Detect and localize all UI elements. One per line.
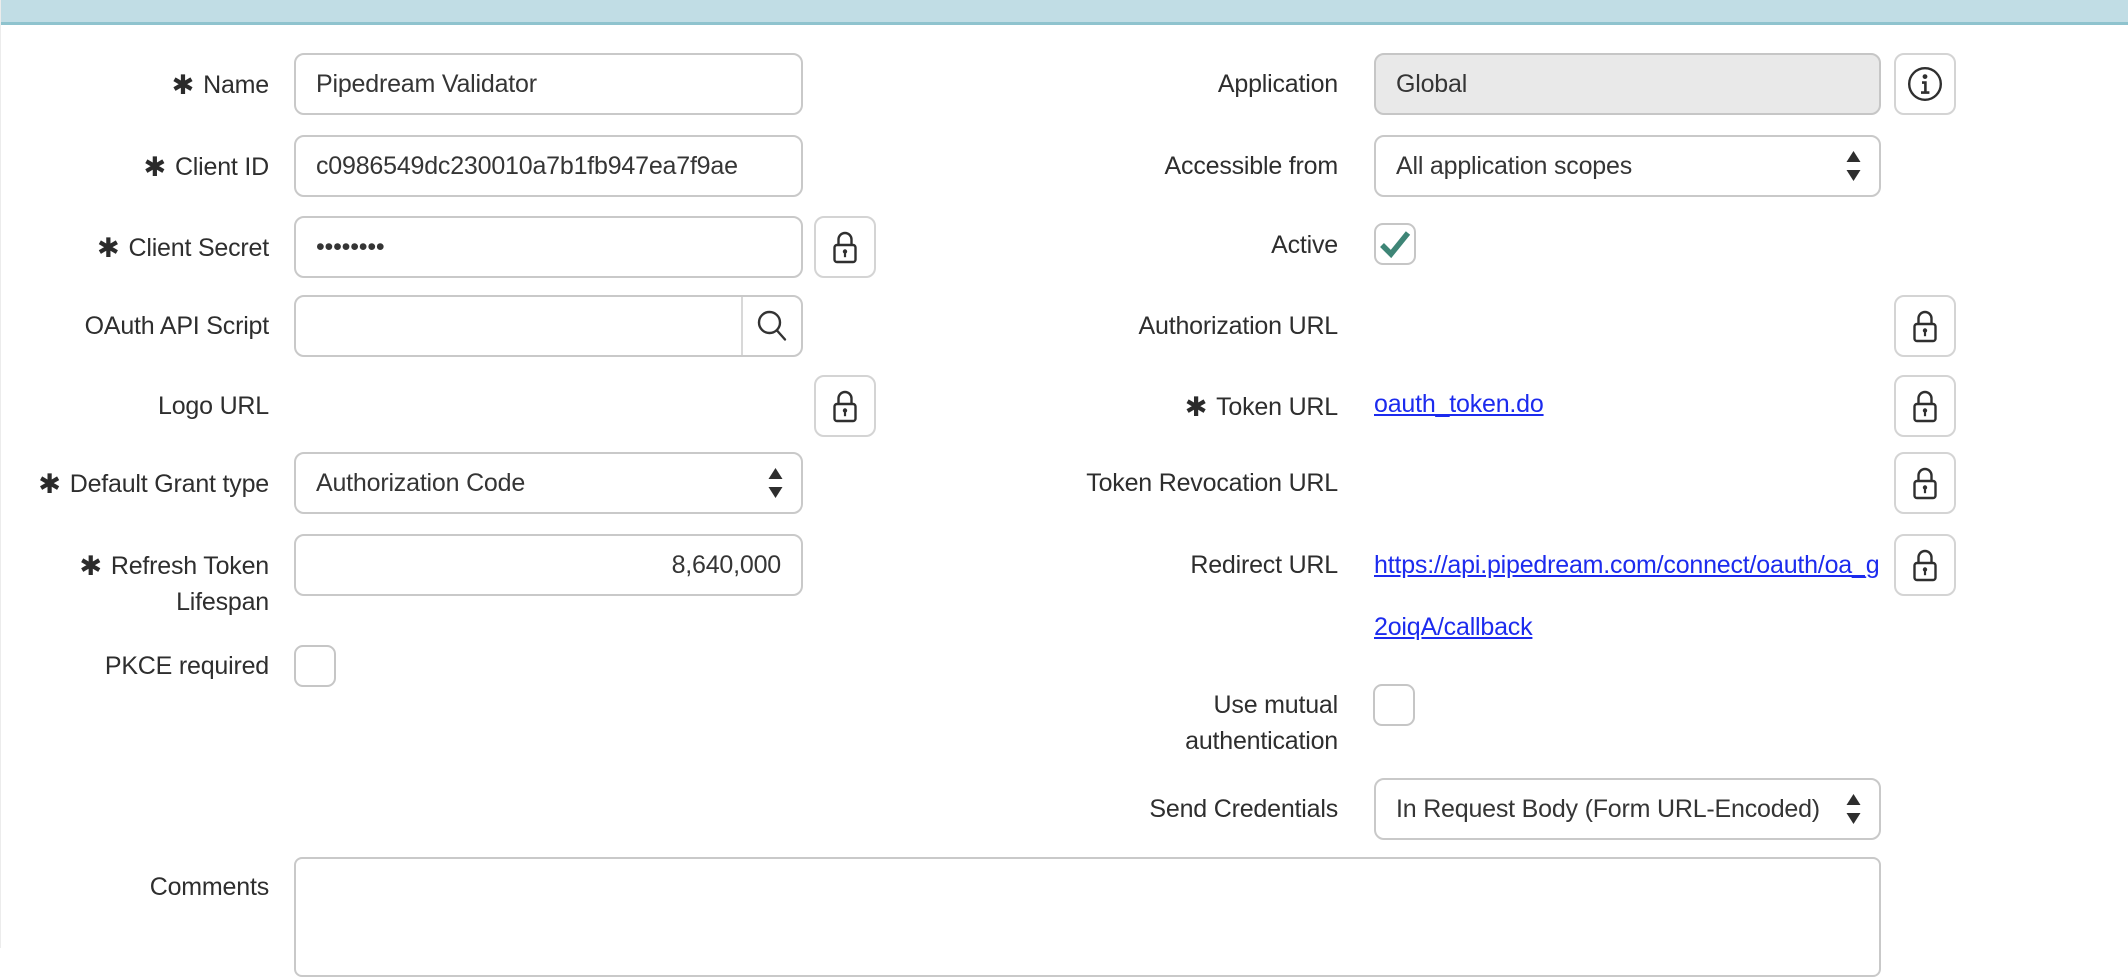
redirect-url-lock-button[interactable] <box>1894 534 1956 596</box>
required-asterisk: ✱ <box>38 469 60 499</box>
logo-url-label: Logo URL <box>9 388 269 424</box>
oauth-api-script-label: OAuth API Script <box>9 308 269 344</box>
use-mutual-authentication-checkbox[interactable] <box>1373 684 1415 726</box>
application-label: Application <box>1068 66 1338 102</box>
info-icon <box>1904 63 1946 105</box>
client-secret-label: ✱Client Secret <box>9 229 269 266</box>
required-asterisk: ✱ <box>144 152 166 182</box>
pkce-required-checkbox[interactable] <box>294 645 336 687</box>
use-mutual-authentication-label: Use mutual authentication <box>1068 687 1338 759</box>
top-accent-bar <box>1 0 2128 25</box>
oauth-api-script-field <box>294 295 803 357</box>
default-grant-type-label: ✱Default Grant type <box>9 465 269 502</box>
send-credentials-value: In Request Body (Form URL-Encoded) <box>1396 780 1831 838</box>
authorization-url-label: Authorization URL <box>1068 308 1338 344</box>
token-url-link[interactable]: oauth_token.do <box>1374 386 1544 422</box>
required-asterisk: ✱ <box>1185 392 1207 422</box>
search-button[interactable] <box>741 297 801 355</box>
select-arrows-icon <box>1846 151 1861 181</box>
client-id-input[interactable] <box>294 135 803 197</box>
accessible-from-label: Accessible from <box>1068 148 1338 184</box>
name-label: ✱Name <box>9 66 269 103</box>
accessible-from-select[interactable]: All application scopes <box>1374 135 1881 197</box>
refresh-token-lifespan-label: ✱Refresh Token Lifespan <box>9 547 269 620</box>
send-credentials-label: Send Credentials <box>1068 791 1338 827</box>
client-id-label: ✱Client ID <box>9 148 269 185</box>
active-checkbox[interactable] <box>1374 223 1416 265</box>
select-arrows-icon <box>1846 794 1861 824</box>
application-info-button[interactable] <box>1894 53 1956 115</box>
authorization-url-lock-button[interactable] <box>1894 295 1956 357</box>
required-asterisk: ✱ <box>97 233 119 263</box>
search-icon <box>754 308 790 344</box>
required-asterisk: ✱ <box>172 70 194 100</box>
comments-textarea[interactable] <box>294 857 1881 977</box>
comments-label: Comments <box>9 869 269 905</box>
token-revocation-url-label: Token Revocation URL <box>1068 465 1338 501</box>
token-url-label: ✱Token URL <box>1068 388 1338 425</box>
accessible-from-value: All application scopes <box>1396 137 1831 195</box>
token-url-lock-button[interactable] <box>1894 375 1956 437</box>
name-input[interactable] <box>294 53 803 115</box>
select-arrows-icon <box>768 468 783 498</box>
oauth-api-script-input[interactable] <box>296 297 741 355</box>
lock-icon <box>830 387 860 425</box>
checkmark-icon <box>1375 224 1415 264</box>
client-secret-lock-button[interactable] <box>814 216 876 278</box>
logo-url-lock-button[interactable] <box>814 375 876 437</box>
lock-icon <box>1910 307 1940 345</box>
oauth-entity-form: ✱Name ✱Client ID ✱Client Secret OAuth AP… <box>0 0 2128 948</box>
default-grant-type-select[interactable]: Authorization Code <box>294 452 803 514</box>
send-credentials-select[interactable]: In Request Body (Form URL-Encoded) <box>1374 778 1881 840</box>
lock-icon <box>1910 387 1940 425</box>
active-label: Active <box>1068 227 1338 263</box>
lock-icon <box>1910 546 1940 584</box>
required-asterisk: ✱ <box>79 551 101 581</box>
redirect-url-link[interactable]: https://api.pipedream.com/connect/oauth/… <box>1374 534 1881 658</box>
token-revocation-url-lock-button[interactable] <box>1894 452 1956 514</box>
default-grant-type-value: Authorization Code <box>316 454 753 512</box>
redirect-url-label: Redirect URL <box>1068 547 1338 583</box>
application-input <box>1374 53 1881 115</box>
lock-icon <box>830 228 860 266</box>
client-secret-input[interactable] <box>294 216 803 278</box>
lock-icon <box>1910 464 1940 502</box>
refresh-token-lifespan-input[interactable] <box>294 534 803 596</box>
pkce-required-label: PKCE required <box>9 648 269 684</box>
